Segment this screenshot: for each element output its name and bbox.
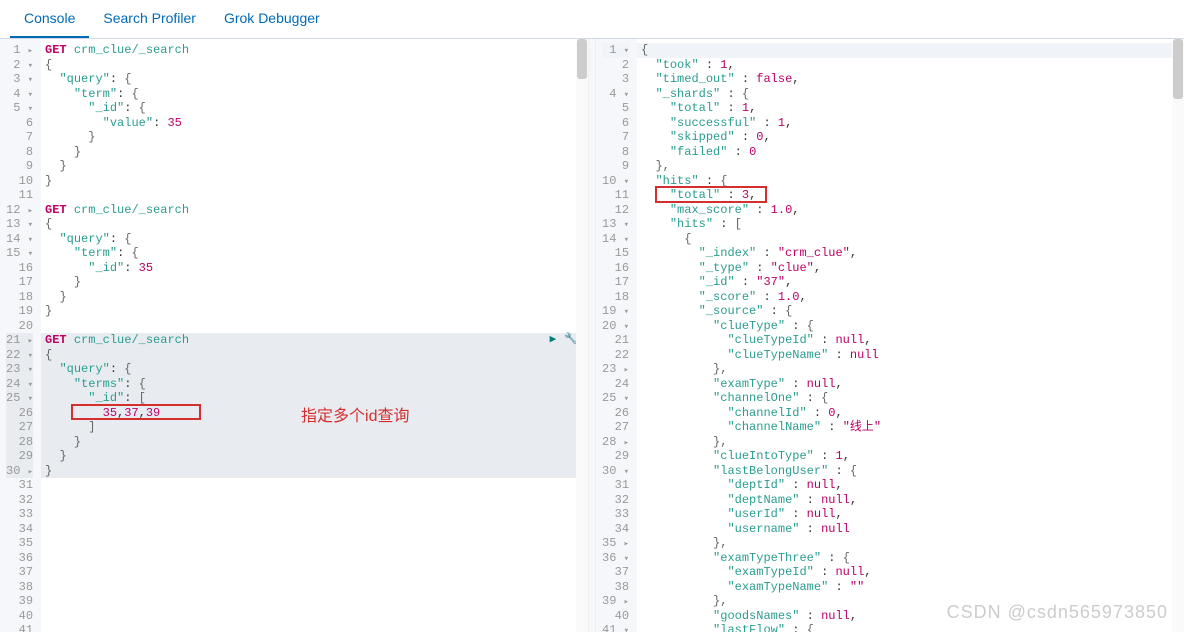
annotation-text: 指定多个id查询 bbox=[301, 402, 409, 426]
right-scrollbar[interactable] bbox=[1172, 39, 1184, 632]
right-code: { "took" : 1, "timed_out" : false, "_sha… bbox=[637, 39, 1184, 632]
left-code[interactable]: GET crm_clue/_search{ "query": { "term":… bbox=[41, 39, 588, 632]
tab-bar: Console Search Profiler Grok Debugger bbox=[0, 0, 1184, 39]
tab-grok-debugger[interactable]: Grok Debugger bbox=[210, 0, 334, 38]
response-viewer[interactable]: 1 ▾234 ▾5678910 ▾111213 ▾14 ▾1516171819 … bbox=[596, 39, 1184, 632]
redbox-total bbox=[655, 186, 767, 203]
play-icon[interactable]: ▶ bbox=[550, 333, 557, 348]
tab-console[interactable]: Console bbox=[10, 0, 89, 38]
left-scrollbar[interactable] bbox=[576, 39, 588, 632]
redbox-ids bbox=[71, 404, 201, 420]
editor-panes: 1 ▸2 ▾3 ▾4 ▾5 ▾6789101112 ▸13 ▾14 ▾15 ▾1… bbox=[0, 39, 1184, 632]
tab-search-profiler[interactable]: Search Profiler bbox=[89, 0, 210, 38]
right-gutter: 1 ▾234 ▾5678910 ▾111213 ▾14 ▾1516171819 … bbox=[596, 39, 637, 632]
request-editor[interactable]: 1 ▸2 ▾3 ▾4 ▾5 ▾6789101112 ▸13 ▾14 ▾15 ▾1… bbox=[0, 39, 588, 632]
left-gutter: 1 ▸2 ▾3 ▾4 ▾5 ▾6789101112 ▸13 ▾14 ▾15 ▾1… bbox=[0, 39, 41, 632]
pane-divider[interactable] bbox=[588, 39, 596, 632]
